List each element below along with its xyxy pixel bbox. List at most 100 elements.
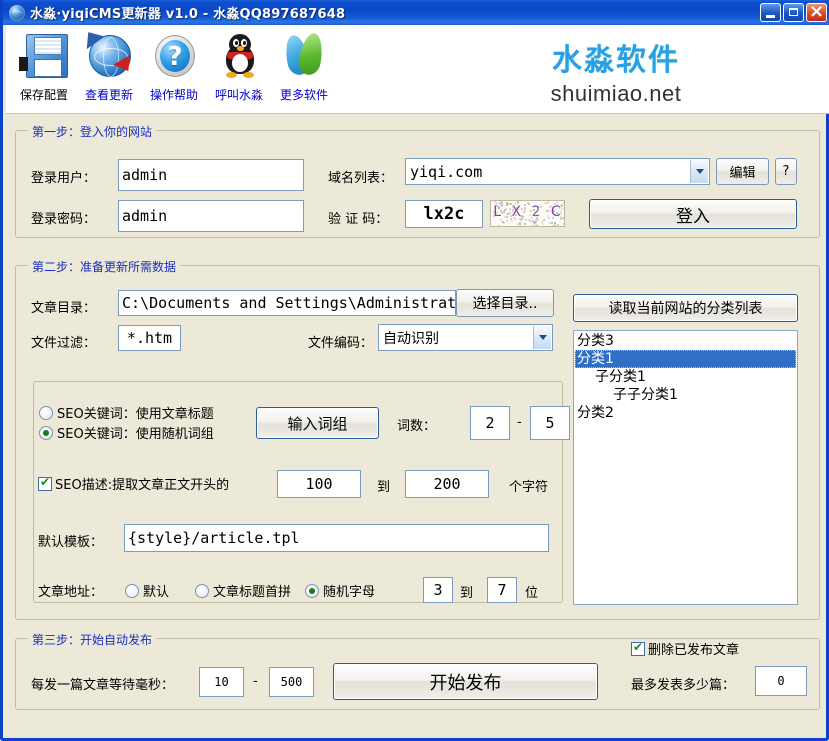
captcha-noise-dot xyxy=(557,224,559,226)
category-listbox[interactable]: 分类3 分类1 子分类1 子子分类1 分类2 xyxy=(573,330,798,605)
app-window: 水淼·yiqiCMS更新器 v1.0 - 水淼QQ897687648 保存配置 … xyxy=(0,0,829,741)
word-count-label: 词数： xyxy=(397,415,436,434)
captcha-noise-dot xyxy=(524,207,526,209)
seo-desc-to-label: 到 xyxy=(377,476,390,495)
question-help-icon xyxy=(140,31,208,83)
captcha-noise-dot xyxy=(562,208,564,210)
captcha-noise-dot xyxy=(502,221,504,223)
toolbar-item-help[interactable]: 操作帮助 xyxy=(140,31,208,103)
captcha-noise-dot xyxy=(499,201,501,203)
qq-penguin-icon xyxy=(205,31,273,83)
file-filter-input[interactable]: *.htm xyxy=(118,325,181,351)
minimize-button[interactable] xyxy=(760,3,781,22)
captcha-noise-dot xyxy=(495,204,497,206)
captcha-noise-dot xyxy=(552,217,554,219)
choose-dir-button[interactable]: 选择目录.. xyxy=(456,289,554,317)
login-password-input[interactable]: admin xyxy=(118,200,304,232)
seo-desc-unit-label: 个字符 xyxy=(509,476,548,495)
category-list-item[interactable]: 子分类1 xyxy=(575,368,796,386)
toolbar-item-more-software[interactable]: 更多软件 xyxy=(270,31,338,103)
seo-desc-min-input[interactable]: 100 xyxy=(277,470,361,498)
toolbar-item-save-config[interactable]: 保存配置 xyxy=(10,31,78,103)
captcha-noise-dot xyxy=(536,217,538,219)
captcha-noise-dot xyxy=(524,223,526,225)
url-length-max-input[interactable]: 7 xyxy=(487,577,517,603)
captcha-noise-dot xyxy=(524,204,526,206)
seo-keyword-title-radio[interactable]: SEO关键词：使用文章标题 xyxy=(39,403,214,422)
close-button[interactable] xyxy=(806,3,827,22)
floppy-save-icon xyxy=(10,31,78,83)
url-length-min-input[interactable]: 3 xyxy=(423,577,453,603)
captcha-noise-dot xyxy=(554,224,556,226)
category-list-item[interactable]: 分类1 xyxy=(575,350,796,368)
category-list-item[interactable]: 子子分类1 xyxy=(575,386,796,404)
domain-list-select[interactable]: yiqi.com xyxy=(405,158,710,185)
maximize-button[interactable] xyxy=(783,3,804,22)
article-url-default-radio[interactable]: 默认 xyxy=(125,581,169,600)
start-publish-button[interactable]: 开始发布 xyxy=(333,663,598,700)
domain-help-button[interactable]: ? xyxy=(775,158,797,185)
wait-ms-min-input[interactable]: 10 xyxy=(199,667,244,697)
seo-keyword-random-label: SEO关键词：使用随机词组 xyxy=(57,423,214,442)
water-drop-logo-icon xyxy=(270,31,338,83)
seo-keyword-random-radio[interactable]: SEO关键词：使用随机词组 xyxy=(39,423,214,442)
article-url-random-label: 随机字母 xyxy=(323,581,375,600)
captcha-label: 验 证 码： xyxy=(328,208,388,227)
login-button[interactable]: 登入 xyxy=(589,199,797,229)
domain-list-value: yiqi.com xyxy=(410,163,482,181)
captcha-noise-dot xyxy=(528,226,530,227)
toolbar-item-contact-qq[interactable]: 呼叫水淼 xyxy=(205,31,273,103)
category-list-item[interactable]: 分类3 xyxy=(575,332,796,350)
category-list-item[interactable]: 分类2 xyxy=(575,404,796,422)
url-length-unit-label: 位 xyxy=(525,582,538,601)
captcha-noise-dot xyxy=(500,210,502,212)
captcha-noise-dot xyxy=(524,209,526,211)
input-words-button[interactable]: 输入词组 xyxy=(256,407,379,439)
toolbar-item-check-update[interactable]: 查看更新 xyxy=(75,31,143,103)
radio-mark xyxy=(125,584,139,598)
delete-published-checkbox[interactable]: 删除已发布文章 xyxy=(631,639,739,658)
captcha-noise-dot xyxy=(536,224,538,226)
captcha-noise-dot xyxy=(557,213,559,215)
brand-name-cn: 水淼软件 xyxy=(496,35,736,79)
app-globe-icon xyxy=(9,5,25,21)
domain-edit-button[interactable]: 编辑 xyxy=(716,158,769,185)
captcha-noise-dot xyxy=(519,218,521,220)
captcha-noise-dot xyxy=(537,219,539,221)
login-user-input[interactable]: admin xyxy=(118,159,304,191)
radio-mark xyxy=(39,426,53,440)
captcha-noise-dot xyxy=(513,206,515,208)
seo-keyword-title-label: SEO关键词：使用文章标题 xyxy=(57,403,214,422)
chevron-down-icon[interactable] xyxy=(690,160,708,183)
word-count-min-input[interactable]: 2 xyxy=(470,406,510,440)
wait-ms-max-input[interactable]: 500 xyxy=(269,667,314,697)
radio-mark xyxy=(195,584,209,598)
max-publish-input[interactable]: 0 xyxy=(755,666,807,696)
captcha-noise-dot xyxy=(506,216,508,218)
step2-title: 第二步：准备更新所需数据 xyxy=(28,258,180,275)
seo-desc-max-input[interactable]: 200 xyxy=(405,470,489,498)
captcha-image[interactable]: L X 2 C xyxy=(490,200,565,227)
captcha-noise-dot xyxy=(521,208,523,210)
captcha-noise-dot xyxy=(542,226,544,227)
chevron-down-icon[interactable] xyxy=(533,326,551,349)
article-url-pinyin-radio[interactable]: 文章标题首拼 xyxy=(195,581,291,600)
article-url-default-label: 默认 xyxy=(143,581,169,600)
captcha-noise-dot xyxy=(517,202,519,204)
captcha-input[interactable]: lx2c xyxy=(405,200,483,228)
captcha-noise-dot xyxy=(553,210,555,212)
toolbar: 保存配置 查看更新 操作帮助 xyxy=(6,25,829,114)
read-categories-button[interactable]: 读取当前网站的分类列表 xyxy=(573,294,798,322)
file-encoding-select[interactable]: 自动识别 xyxy=(378,324,553,351)
article-dir-input[interactable]: C:\Documents and Settings\Administrator\… xyxy=(118,290,456,316)
article-url-random-radio[interactable]: 随机字母 xyxy=(305,581,375,600)
file-encoding-value: 自动识别 xyxy=(383,328,439,348)
seo-description-checkbox[interactable]: SEO描述:提取文章正文开头的 xyxy=(38,474,229,493)
captcha-noise-dot xyxy=(494,201,496,203)
login-password-label: 登录密码： xyxy=(31,208,96,227)
check-mark xyxy=(38,477,52,491)
default-template-input[interactable]: {style}/article.tpl xyxy=(124,524,549,552)
wait-ms-separator: - xyxy=(253,674,258,689)
word-count-max-input[interactable]: 5 xyxy=(530,406,570,440)
title-bar: 水淼·yiqiCMS更新器 v1.0 - 水淼QQ897687648 xyxy=(3,0,829,25)
